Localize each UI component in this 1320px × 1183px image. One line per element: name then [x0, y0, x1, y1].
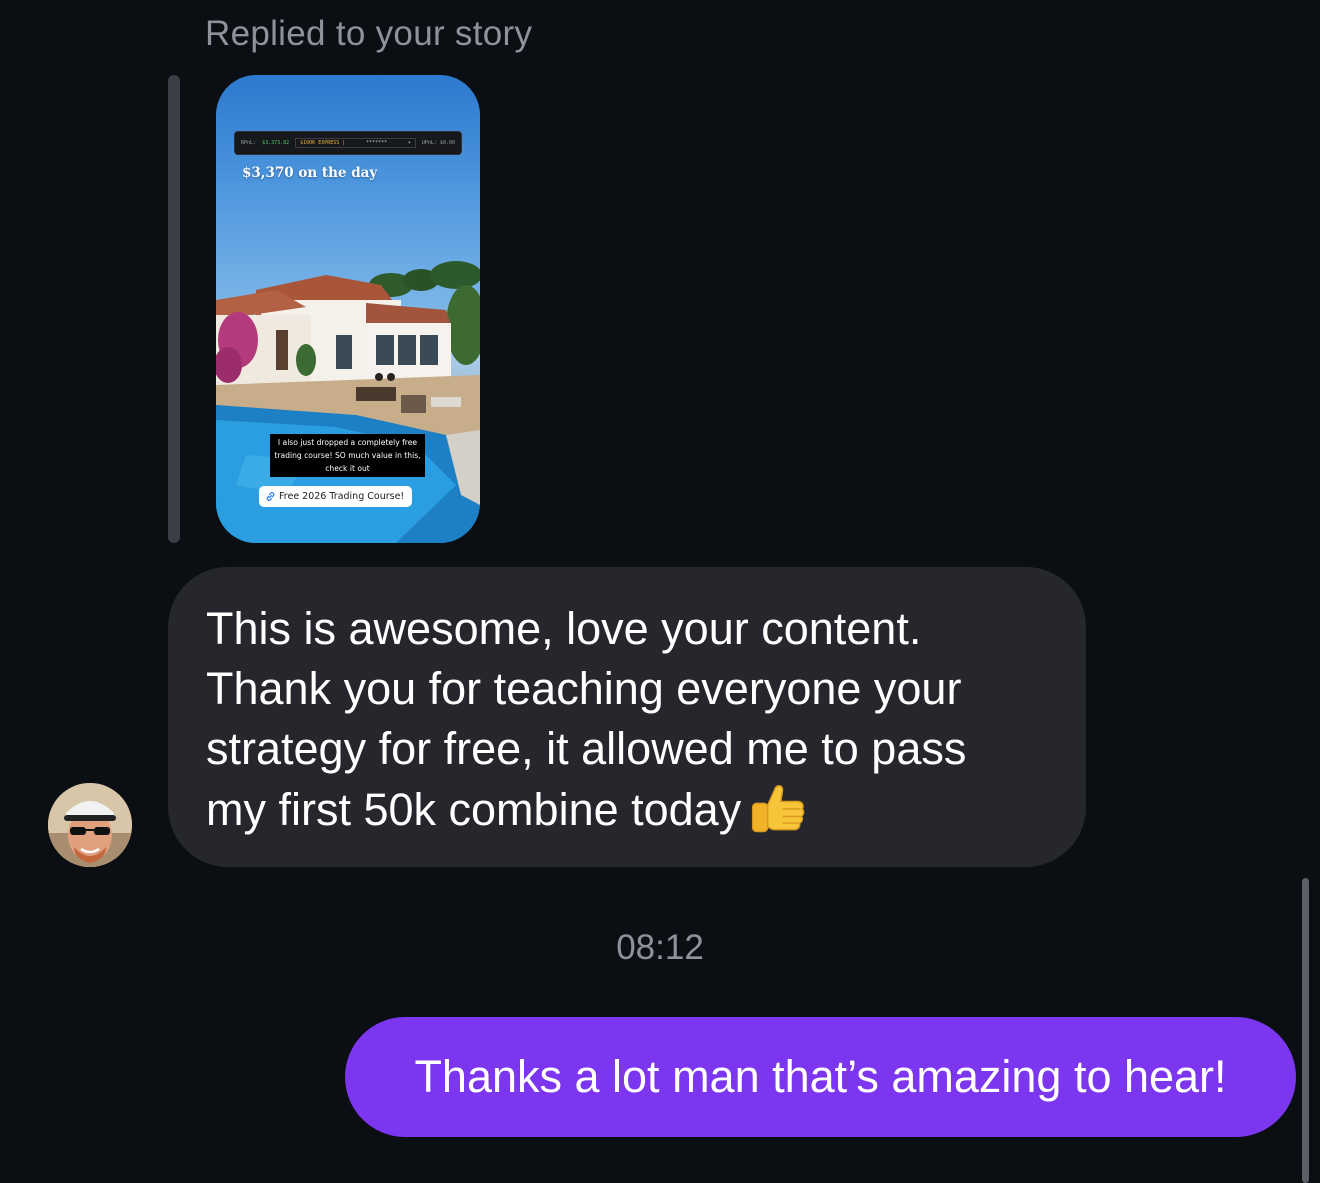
avatar[interactable] — [48, 783, 132, 867]
message-line: Thank you for teaching everyone your — [206, 663, 962, 714]
avatar-image — [48, 783, 132, 867]
pnl-value: $3,373.82 — [262, 140, 290, 146]
story-link-label: Free 2026 Trading Course! — [279, 491, 405, 502]
reply-header: Replied to your story — [205, 14, 533, 53]
story-title: $3,370 on the day — [242, 165, 378, 181]
scrollbar[interactable] — [1302, 878, 1309, 1183]
message-line: This is awesome, love your content. — [206, 603, 922, 654]
link-icon — [265, 491, 276, 502]
pnl-label: RPnL: — [241, 140, 257, 146]
outgoing-message-text: Thanks a lot man that’s amazing to hear! — [414, 1051, 1227, 1102]
upnl-value: UPnL: $0.00 — [421, 140, 455, 146]
story-link-sticker[interactable]: Free 2026 Trading Course! — [259, 486, 413, 507]
message-line-last: my first 50k combine today — [206, 779, 1048, 840]
message-line: strategy for free, it allowed me to pass — [206, 723, 967, 774]
account-name: $100K EXPRESS | — [300, 140, 346, 146]
story-caption: I also just dropped a completely free tr… — [270, 434, 425, 477]
thumbs-up-emoji-icon — [752, 785, 805, 833]
reply-quote-bar — [168, 75, 180, 543]
caption-line: check it out — [325, 464, 370, 473]
story-preview[interactable]: RPnL: $3,373.82 $100K EXPRESS | ******* … — [216, 75, 480, 543]
chevron-down-icon: ▾ — [407, 140, 411, 146]
message-line: my first 50k combine today — [206, 784, 742, 835]
account-selector: $100K EXPRESS | ******* ▾ — [295, 138, 416, 148]
caption-line: I also just dropped a completely free — [277, 438, 418, 447]
caption-line: trading course! SO much value in this, — [274, 451, 421, 460]
incoming-message-bubble[interactable]: This is awesome, love your content. Than… — [168, 567, 1086, 867]
ticker-bar: RPnL: $3,373.82 $100K EXPRESS | ******* … — [234, 131, 462, 155]
outgoing-message-bubble[interactable]: Thanks a lot man that’s amazing to hear! — [345, 1017, 1296, 1137]
message-timestamp: 08:12 — [616, 928, 704, 967]
account-masked: ******* — [366, 140, 388, 146]
